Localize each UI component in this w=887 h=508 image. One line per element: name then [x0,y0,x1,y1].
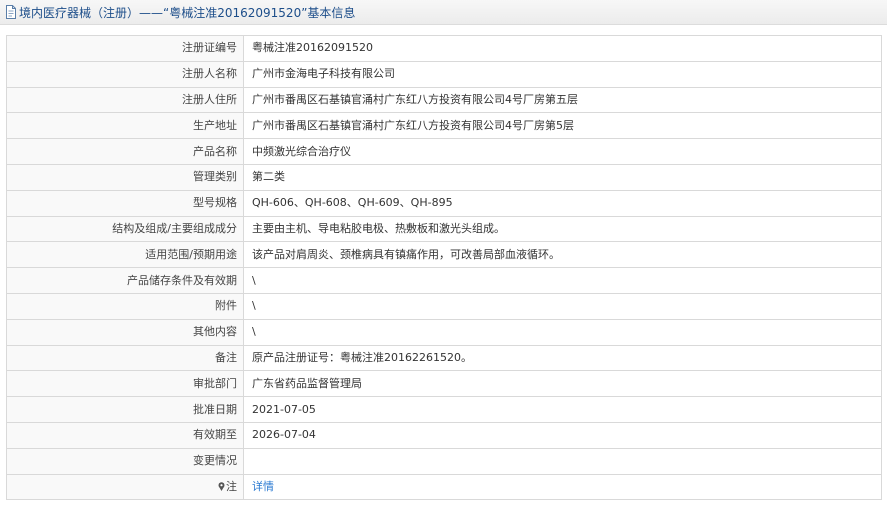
table-row: 管理类别 第二类 [6,163,882,191]
table-row: 变更情况 [6,447,882,475]
table-row: 审批部门 广东省药品监督管理局 [6,370,882,398]
field-value: 粤械注准20162091520 [243,35,882,62]
note-value-cell: 详情 [243,473,882,501]
field-value: 2021-07-05 [243,396,882,423]
field-label: 生产地址 [6,112,244,140]
field-value: 原产品注册证号：粤械注准20162261520。 [243,344,882,372]
table-row: 结构及组成/主要组成成分 主要由主机、导电粘胶电极、热敷板和激光头组成。 [6,215,882,243]
field-value: \ [243,267,882,294]
field-value [243,447,882,475]
note-row: 注 详情 [6,473,882,501]
field-label: 其他内容 [6,318,244,346]
field-label: 审批部门 [6,370,244,398]
field-value: \ [243,292,882,320]
table-row: 型号规格 QH-606、QH-608、QH-609、QH-895 [6,189,882,217]
note-label: 注 [226,479,237,493]
table-row: 注册证编号 粤械注准20162091520 [6,35,882,62]
field-label: 结构及组成/主要组成成分 [6,215,244,243]
field-value: 该产品对肩周炎、颈椎病具有镇痛作用，可改善局部血液循环。 [243,241,882,269]
table-row: 其他内容 \ [6,318,882,346]
field-value: 2026-07-04 [243,421,882,449]
field-value: 第二类 [243,163,882,191]
pin-icon [218,481,225,491]
table-row: 附件 \ [6,292,882,320]
field-label: 型号规格 [6,189,244,217]
table-row: 批准日期 2021-07-05 [6,396,882,423]
field-label: 备注 [6,344,244,372]
field-label: 有效期至 [6,421,244,449]
field-label: 管理类别 [6,163,244,191]
field-value: 广州市番禺区石基镇官涌村广东红八方投资有限公司4号厂房第5层 [243,112,882,140]
table-row: 备注 原产品注册证号：粤械注准20162261520。 [6,344,882,372]
page-title-bar: 境内医疗器械（注册）——“粤械注准20162091520”基本信息 [0,0,887,25]
field-label: 附件 [6,292,244,320]
page-title: 境内医疗器械（注册）——“粤械注准20162091520”基本信息 [19,5,356,20]
table-row: 注册人住所 广州市番禺区石基镇官涌村广东红八方投资有限公司4号厂房第五层 [6,86,882,114]
field-value: 中频激光综合治疗仪 [243,138,882,165]
note-label-cell: 注 [6,473,244,501]
field-label: 注册人住所 [6,86,244,114]
table-row: 生产地址 广州市番禺区石基镇官涌村广东红八方投资有限公司4号厂房第5层 [6,112,882,140]
field-value: 广州市番禺区石基镇官涌村广东红八方投资有限公司4号厂房第五层 [243,86,882,114]
field-value: 广东省药品监督管理局 [243,370,882,398]
field-value: \ [243,318,882,346]
field-label: 产品名称 [6,138,244,165]
detail-table: 注册证编号 粤械注准20162091520 注册人名称 广州市金海电子科技有限公司 注册… [6,35,882,501]
field-value: 主要由主机、导电粘胶电极、热敷板和激光头组成。 [243,215,882,243]
field-label: 批准日期 [6,396,244,423]
table-row: 注册人名称 广州市金海电子科技有限公司 [6,60,882,88]
document-icon [5,5,17,19]
table-row: 有效期至 2026-07-04 [6,421,882,449]
table-row: 产品储存条件及有效期 \ [6,267,882,294]
field-label: 注册人名称 [6,60,244,88]
field-value: QH-606、QH-608、QH-609、QH-895 [243,189,882,217]
table-row: 适用范围/预期用途 该产品对肩周炎、颈椎病具有镇痛作用，可改善局部血液循环。 [6,241,882,269]
details-link[interactable]: 详情 [252,480,274,493]
table-row: 产品名称 中频激光综合治疗仪 [6,138,882,165]
field-label: 产品储存条件及有效期 [6,267,244,294]
field-label: 适用范围/预期用途 [6,241,244,269]
field-label: 变更情况 [6,447,244,475]
field-label: 注册证编号 [6,35,244,62]
field-value: 广州市金海电子科技有限公司 [243,60,882,88]
